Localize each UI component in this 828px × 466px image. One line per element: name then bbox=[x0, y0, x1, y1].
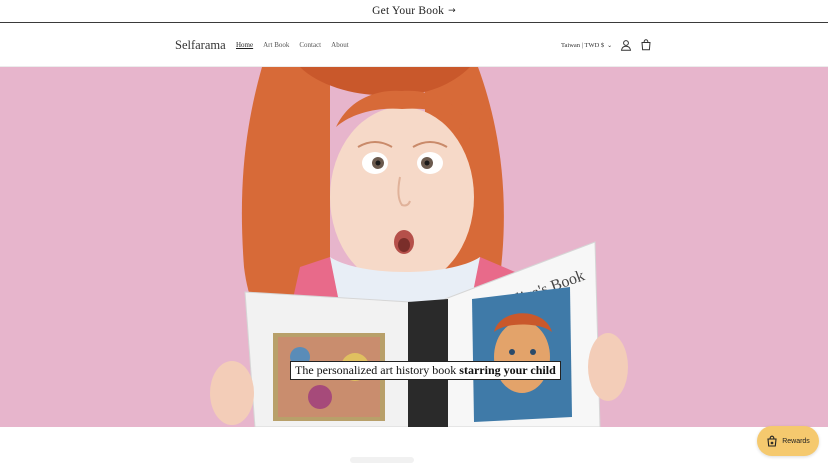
arrow-right-icon: → bbox=[448, 6, 456, 16]
cart-icon[interactable] bbox=[640, 39, 652, 51]
caption-bold: starring your child bbox=[459, 363, 556, 377]
main-nav: Home Art Book Contact About bbox=[236, 41, 349, 49]
account-icon[interactable] bbox=[620, 39, 632, 51]
section-heading-placeholder bbox=[350, 457, 414, 463]
nav-home[interactable]: Home bbox=[236, 41, 253, 49]
nav-about[interactable]: About bbox=[331, 41, 349, 49]
announcement-text[interactable]: Get Your Book bbox=[372, 5, 444, 17]
hero-caption: The personalized art history book starri… bbox=[290, 361, 561, 380]
shopping-bag-icon bbox=[767, 435, 777, 447]
nav-art-book[interactable]: Art Book bbox=[263, 41, 289, 49]
locale-label: Taiwan | TWD $ bbox=[561, 42, 605, 49]
site-header: Selfarama Home Art Book Contact About Ta… bbox=[0, 24, 828, 67]
announcement-bar[interactable]: Get Your Book → bbox=[0, 0, 828, 23]
nav-contact[interactable]: Contact bbox=[299, 41, 321, 49]
locale-selector[interactable]: Taiwan | TWD $ ⌄ bbox=[561, 42, 612, 49]
rewards-button[interactable]: Rewards bbox=[757, 426, 819, 456]
site-logo[interactable]: Selfarama bbox=[175, 38, 226, 53]
hero-banner: Angelica's Book The personalized art his… bbox=[0, 67, 828, 427]
chevron-down-icon: ⌄ bbox=[607, 42, 613, 49]
caption-regular: The personalized art history book bbox=[295, 363, 457, 377]
below-hero-section bbox=[0, 427, 828, 466]
rewards-label: Rewards bbox=[782, 437, 810, 445]
